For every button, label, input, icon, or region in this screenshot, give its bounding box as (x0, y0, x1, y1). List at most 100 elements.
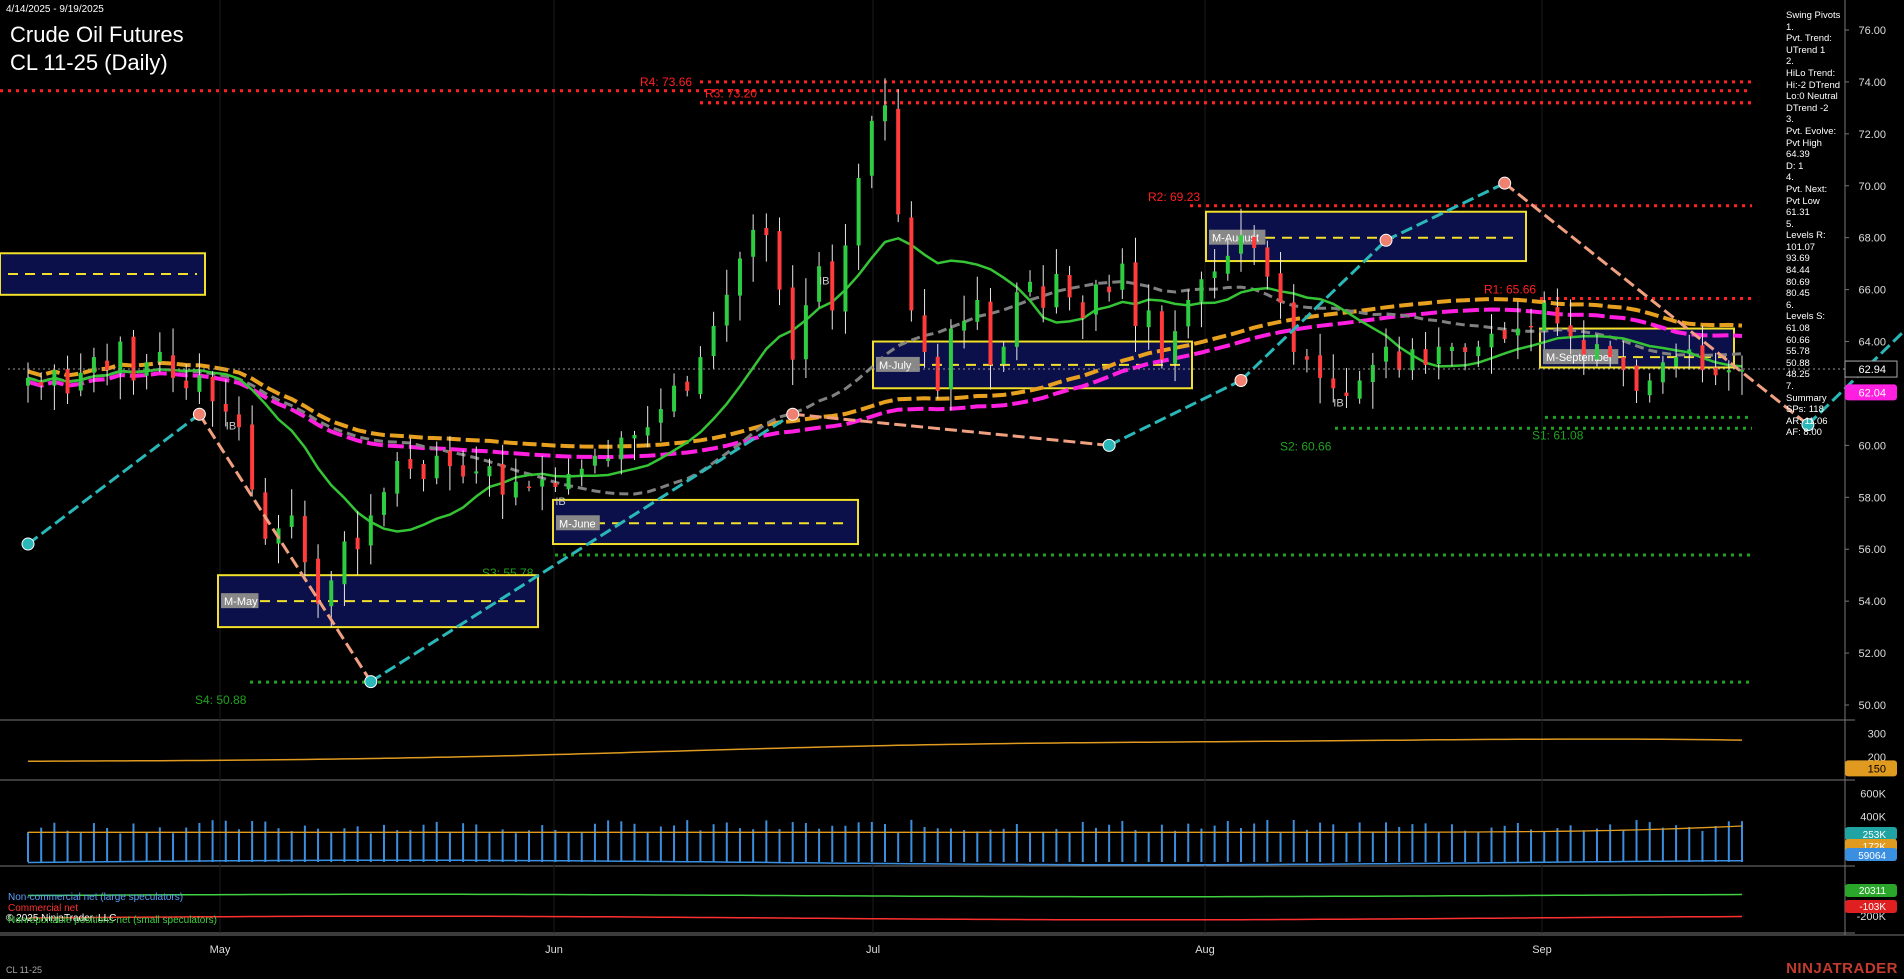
y-tick-label: 54.00 (1858, 596, 1886, 608)
candle-body (592, 455, 597, 466)
side-panel-line: 84.44 (1786, 265, 1810, 277)
candle-body (39, 381, 44, 386)
side-panel-line: 50.88 (1786, 357, 1810, 369)
candle-body (210, 376, 215, 402)
side-panel-line: 61.31 (1786, 207, 1810, 219)
candle-body (606, 458, 611, 461)
candle-body (1370, 364, 1375, 383)
y-tick-label: 52.00 (1858, 648, 1886, 660)
side-panel-line: 80.69 (1786, 276, 1810, 288)
candle-body (513, 481, 518, 498)
vol-tick-label: 400K (1860, 811, 1886, 823)
candle-body (1594, 344, 1599, 360)
candle-body (157, 351, 162, 362)
swing-pivots-panel: Swing Pivots 1. Pvt. Trend: UTrend 1 2. HiLo … (1786, 10, 1870, 439)
candle-body (395, 460, 400, 494)
side-panel-line: SPs: 118 (1786, 404, 1824, 416)
candle-body (1740, 370, 1744, 372)
candle-body (302, 516, 307, 563)
candle-body (803, 305, 808, 360)
side-panel-line: 5. (1786, 218, 1794, 230)
candle-body (1384, 346, 1389, 362)
side-panel-line: Levels R: (1786, 230, 1826, 242)
candle-body (1054, 274, 1059, 308)
vol-value-label: 59064 (1858, 851, 1886, 862)
monthly-box-label: M-June (559, 518, 596, 530)
side-panel-line: AF: 8.00 (1786, 427, 1822, 439)
ib-marker: IB (226, 421, 236, 433)
candle-body (447, 450, 452, 467)
candle-body (1318, 355, 1323, 378)
candle-body (566, 473, 571, 490)
candle-body (645, 427, 650, 436)
resistance-label: R4: 73.66 (640, 75, 692, 89)
candle-body (421, 464, 426, 480)
resistance-label: R3: 73.20 (705, 87, 757, 101)
monthly-box-label: M-September (1546, 352, 1613, 364)
monthly-box-label: M-May (224, 596, 258, 608)
candle-body (1621, 357, 1626, 371)
candle-body (1410, 349, 1415, 371)
candle-body (1212, 271, 1217, 278)
candle-body (1489, 333, 1494, 348)
candle-body (1529, 325, 1534, 328)
candle-body (619, 437, 624, 460)
candle-body (171, 355, 176, 378)
candle-body (52, 370, 57, 386)
side-panel-line: 80.45 (1786, 288, 1810, 300)
candle-body (26, 377, 30, 386)
candle-body (1476, 346, 1481, 357)
candle-body (78, 372, 83, 391)
side-panel-line: D: 1 (1786, 160, 1804, 172)
candle-body (1014, 292, 1019, 347)
candle-body (1238, 235, 1243, 254)
candle-body (988, 301, 993, 365)
grid: May Jun Jul Aug Sep (0, 0, 1904, 956)
candle-body (65, 369, 70, 394)
lower-panels: 300200150600K400K200K253K172K59064-200K2… (27, 729, 1897, 923)
side-panel-line: AR: 11.06 (1786, 415, 1828, 427)
candle-body (909, 217, 914, 311)
swing-high-dot (192, 407, 206, 421)
swing-low-dot (21, 537, 35, 551)
candle-body (223, 403, 228, 412)
candle-body (1265, 247, 1270, 277)
swing-line (1108, 379, 1242, 447)
candle-body (1463, 347, 1468, 352)
candle-body (1502, 329, 1507, 339)
y-tick-label: 50.00 (1858, 700, 1886, 712)
candle-body (1357, 380, 1362, 399)
candle-body (843, 245, 848, 312)
candle-body (474, 471, 479, 474)
candle-body (1028, 281, 1033, 293)
candle-body (764, 228, 769, 236)
side-panel-line: Swing Pivots (1786, 10, 1841, 21)
cot-commercial-line (27, 915, 1743, 921)
candle-body (1146, 310, 1151, 328)
candle-body (1647, 380, 1652, 396)
chart-subtitle: CL 11-25 (Daily) (10, 50, 168, 75)
side-panel-line: Lo:0 Neutral (1786, 91, 1838, 103)
side-panel-line: 60.66 (1786, 334, 1810, 346)
candle-body (922, 315, 927, 352)
candle-body (408, 459, 413, 469)
candle-body (527, 486, 532, 489)
x-tick-label: Sep (1532, 944, 1552, 956)
side-panel-line: Levels S: (1786, 311, 1826, 323)
candle-body (487, 466, 492, 477)
candle-body (1608, 345, 1613, 358)
resistance-label: R2: 69.23 (1148, 190, 1200, 204)
candle-body (461, 465, 466, 477)
monthly-box-label: M-August (1212, 233, 1259, 245)
candle-body (500, 464, 505, 495)
candle-body (724, 294, 729, 326)
candle-body (1304, 356, 1309, 360)
candle-body (1344, 392, 1349, 397)
side-panel-line: 61.08 (1786, 323, 1810, 335)
candle-body (737, 258, 742, 296)
side-panel-line: Pvt High (1786, 137, 1822, 149)
brand-logo: NINJATRADER (1786, 960, 1898, 977)
cot-value-label: 20311 (1859, 886, 1887, 897)
vol-tick-label: 600K (1860, 788, 1886, 800)
candle-body (1568, 325, 1573, 337)
